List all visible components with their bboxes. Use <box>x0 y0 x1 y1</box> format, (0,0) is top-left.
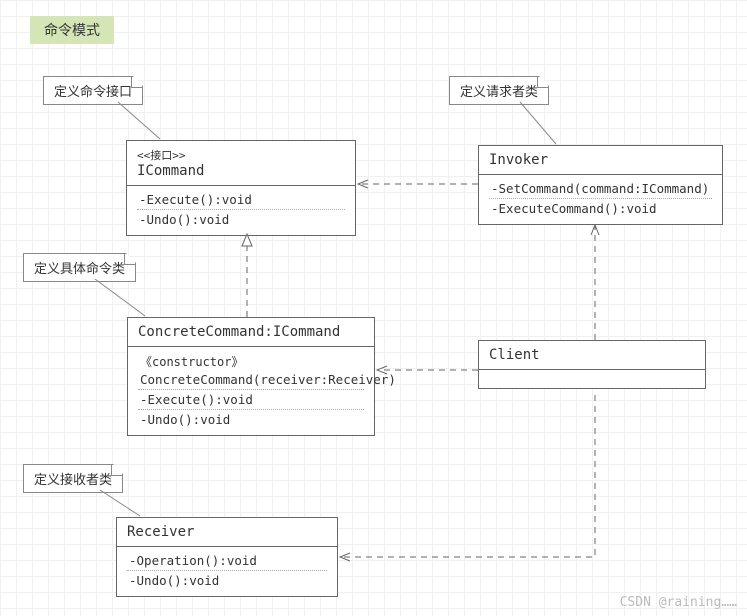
op-line: -Undo():void <box>137 210 345 229</box>
class-concrete-constructor-stereo: 《constructor》 <box>138 351 364 370</box>
watermark: CSDN @raining…… <box>620 595 737 610</box>
class-invoker-ops: -SetCommand(command:ICommand) -ExecuteCo… <box>479 175 722 224</box>
class-receiver-ops: -Operation():void -Undo():void <box>117 547 337 596</box>
op-line: -Execute():void <box>138 390 364 410</box>
class-icommand-title: <<接口>> ICommand <box>127 141 355 186</box>
class-client-name: Client <box>489 347 540 363</box>
diagram-title: 命令模式 <box>30 16 114 44</box>
note-icommand: 定义命令接口 <box>43 76 143 105</box>
op-line: ConcreteCommand(receiver:Receiver) <box>138 370 364 390</box>
class-concrete-name: ConcreteCommand:ICommand <box>138 324 340 340</box>
class-concrete-title: ConcreteCommand:ICommand <box>128 318 374 347</box>
class-client: Client <box>478 340 706 389</box>
class-receiver: Receiver -Operation():void -Undo():void <box>116 517 338 597</box>
note-receiver: 定义接收者类 <box>23 464 123 493</box>
class-icommand-name: ICommand <box>137 163 204 179</box>
class-icommand: <<接口>> ICommand -Execute():void -Undo():… <box>126 140 356 236</box>
op-line: -Undo():void <box>138 410 364 429</box>
op-line: -ExecuteCommand():void <box>489 199 712 218</box>
class-icommand-stereo: <<接口>> <box>137 147 345 163</box>
class-invoker-name: Invoker <box>489 152 548 168</box>
op-line: -Undo():void <box>127 571 327 590</box>
class-receiver-title: Receiver <box>117 518 337 547</box>
class-invoker-title: Invoker <box>479 146 722 175</box>
class-concrete-ops: 《constructor》 ConcreteCommand(receiver:R… <box>128 347 374 435</box>
op-line: -Execute():void <box>137 190 345 210</box>
class-client-ops <box>479 370 705 388</box>
op-line: -Operation():void <box>127 551 327 571</box>
class-concrete: ConcreteCommand:ICommand 《constructor》 C… <box>127 317 375 436</box>
class-receiver-name: Receiver <box>127 524 194 540</box>
class-client-title: Client <box>479 341 705 370</box>
note-concrete: 定义具体命令类 <box>23 253 136 282</box>
class-icommand-ops: -Execute():void -Undo():void <box>127 186 355 235</box>
op-line: -SetCommand(command:ICommand) <box>489 179 712 199</box>
class-invoker: Invoker -SetCommand(command:ICommand) -E… <box>478 145 723 225</box>
note-invoker: 定义请求者类 <box>449 76 549 105</box>
